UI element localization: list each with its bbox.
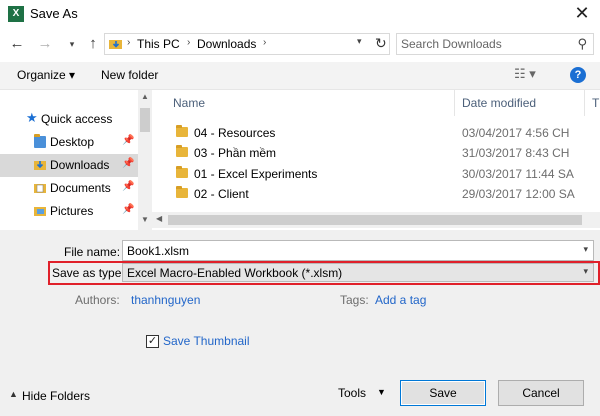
command-toolbar: Organize ▾ New folder ☷ ▾ ?: [0, 62, 600, 90]
breadcrumb-separator[interactable]: ›: [127, 37, 130, 48]
file-name: 01 - Excel Experiments: [194, 167, 318, 181]
file-date: 30/03/2017 11:44 SA: [462, 167, 574, 181]
scroll-down-arrow-icon[interactable]: ▼: [141, 215, 149, 224]
tags-label: Tags:: [340, 293, 369, 307]
folder-icon: [176, 186, 188, 198]
file-name: 02 - Client: [194, 187, 249, 201]
pin-icon[interactable]: 📌: [122, 158, 134, 169]
file-name-value[interactable]: Book1.xlsm: [127, 244, 189, 258]
breadcrumb-separator[interactable]: ›: [187, 37, 190, 48]
authors-label: Authors:: [75, 293, 120, 307]
column-divider[interactable]: [584, 90, 585, 116]
sidebar-item-label: Pictures: [50, 204, 94, 218]
save-as-type-chevron-icon[interactable]: ▾: [583, 266, 588, 277]
tools-dropdown-icon[interactable]: ▼: [377, 387, 386, 397]
hide-folders-button[interactable]: Hide Folders: [22, 389, 90, 403]
file-name-dropdown-chevron-icon[interactable]: ▾: [583, 244, 588, 255]
file-date: 03/04/2017 4:56 CH: [462, 126, 570, 140]
hide-folders-chevron-icon[interactable]: ▲: [9, 389, 18, 399]
file-row[interactable]: 03 - Phần mềm 31/03/2017 8:43 CH: [152, 143, 600, 163]
forward-arrow-icon[interactable]: →: [36, 34, 54, 54]
breadcrumb-downloads[interactable]: Downloads: [197, 37, 256, 51]
file-row[interactable]: 01 - Excel Experiments 30/03/2017 11:44 …: [152, 164, 600, 184]
file-list: Name Date modified T 04 - Resources 03/0…: [152, 90, 600, 230]
help-icon[interactable]: ?: [570, 67, 586, 83]
close-button[interactable]: ✕: [564, 0, 600, 28]
column-header-type[interactable]: T: [592, 96, 599, 110]
file-name: 03 - Phần mềm: [194, 146, 277, 160]
save-as-type-value[interactable]: Excel Macro-Enabled Workbook (*.xlsm): [127, 266, 342, 280]
file-list-horizontal-scrollbar[interactable]: ◀: [152, 212, 600, 228]
sidebar-item-label: Quick access: [41, 112, 113, 126]
pin-icon[interactable]: 📌: [122, 204, 134, 215]
column-divider[interactable]: [454, 90, 455, 116]
column-header-date-modified[interactable]: Date modified: [462, 96, 536, 110]
file-name-field[interactable]: Book1.xlsm ▾: [122, 240, 594, 261]
sidebar-item-label: Documents: [50, 181, 111, 195]
folder-icon: [176, 145, 188, 157]
navigation-pane: ★ Quick access Desktop 📌 Downloads 📌 Doc…: [0, 90, 152, 230]
sidebar-item-label: Desktop: [50, 135, 95, 149]
window-title: Save As: [30, 6, 78, 21]
save-button[interactable]: Save: [400, 380, 486, 406]
desktop-folder-icon: [34, 134, 46, 148]
downloads-folder-icon: [109, 38, 123, 50]
search-input[interactable]: [401, 36, 571, 52]
sidebar-item-quick-access[interactable]: ★ Quick access: [0, 108, 138, 131]
title-bar: X Save As ✕: [0, 0, 600, 30]
address-bar[interactable]: › This PC › Downloads › ▾ ↻: [104, 33, 390, 55]
file-date: 29/03/2017 12:00 SA: [462, 187, 575, 201]
folder-icon: [176, 166, 188, 178]
new-folder-button[interactable]: New folder: [101, 68, 158, 82]
back-arrow-icon[interactable]: ←: [8, 34, 26, 54]
tools-button[interactable]: Tools: [338, 386, 366, 400]
pin-icon[interactable]: 📌: [122, 135, 134, 146]
authors-value[interactable]: thanhnguyen: [131, 293, 200, 307]
scroll-up-arrow-icon[interactable]: ▲: [141, 92, 149, 101]
cancel-button[interactable]: Cancel: [498, 380, 584, 406]
sidebar-item-pictures[interactable]: Pictures 📌: [0, 200, 138, 223]
scrollbar-thumb[interactable]: [168, 215, 582, 225]
breadcrumb-separator[interactable]: ›: [263, 37, 266, 48]
change-view-icon[interactable]: ☷ ▾: [514, 66, 536, 82]
add-tag-link[interactable]: Add a tag: [375, 293, 426, 307]
search-icon[interactable]: ⚲: [577, 36, 587, 52]
scrollbar-thumb[interactable]: [140, 108, 150, 132]
excel-app-icon: X: [8, 6, 24, 22]
recent-locations-chevron-icon[interactable]: ▾: [63, 34, 81, 54]
sidebar-item-label: Downloads: [50, 158, 110, 172]
search-box[interactable]: ⚲: [396, 33, 594, 55]
pin-icon[interactable]: 📌: [122, 181, 134, 192]
save-thumbnail-checkbox[interactable]: ✓: [146, 335, 159, 348]
file-row[interactable]: 02 - Client 29/03/2017 12:00 SA: [152, 184, 600, 204]
file-date: 31/03/2017 8:43 CH: [462, 146, 570, 160]
column-header-name[interactable]: Name: [173, 96, 205, 110]
navigation-pane-scrollbar[interactable]: ▲ ▼: [138, 90, 152, 230]
up-arrow-icon[interactable]: ↑: [84, 34, 102, 54]
save-as-type-select[interactable]: Excel Macro-Enabled Workbook (*.xlsm) ▾: [122, 263, 594, 282]
file-name: 04 - Resources: [194, 126, 276, 140]
save-thumbnail-label[interactable]: Save Thumbnail: [163, 334, 250, 348]
sidebar-item-documents[interactable]: Documents 📌: [0, 177, 138, 200]
sidebar-item-downloads[interactable]: Downloads 📌: [0, 154, 138, 177]
address-dropdown-chevron-icon[interactable]: ▾: [357, 36, 362, 47]
documents-folder-icon: [34, 182, 46, 194]
downloads-folder-icon: [34, 159, 46, 171]
scroll-left-arrow-icon[interactable]: ◀: [156, 214, 162, 223]
sidebar-item-desktop[interactable]: Desktop 📌: [0, 131, 138, 154]
save-as-type-label: Save as type:: [52, 266, 125, 280]
star-icon: ★: [26, 110, 38, 125]
breadcrumb-this-pc[interactable]: This PC: [137, 37, 180, 51]
pictures-folder-icon: [34, 205, 46, 217]
refresh-icon[interactable]: ↻: [375, 35, 387, 52]
file-row[interactable]: 04 - Resources 03/04/2017 4:56 CH: [152, 123, 600, 143]
file-name-label: File name:: [64, 245, 121, 259]
folder-icon: [176, 125, 188, 137]
organize-button[interactable]: Organize ▾: [17, 68, 75, 82]
